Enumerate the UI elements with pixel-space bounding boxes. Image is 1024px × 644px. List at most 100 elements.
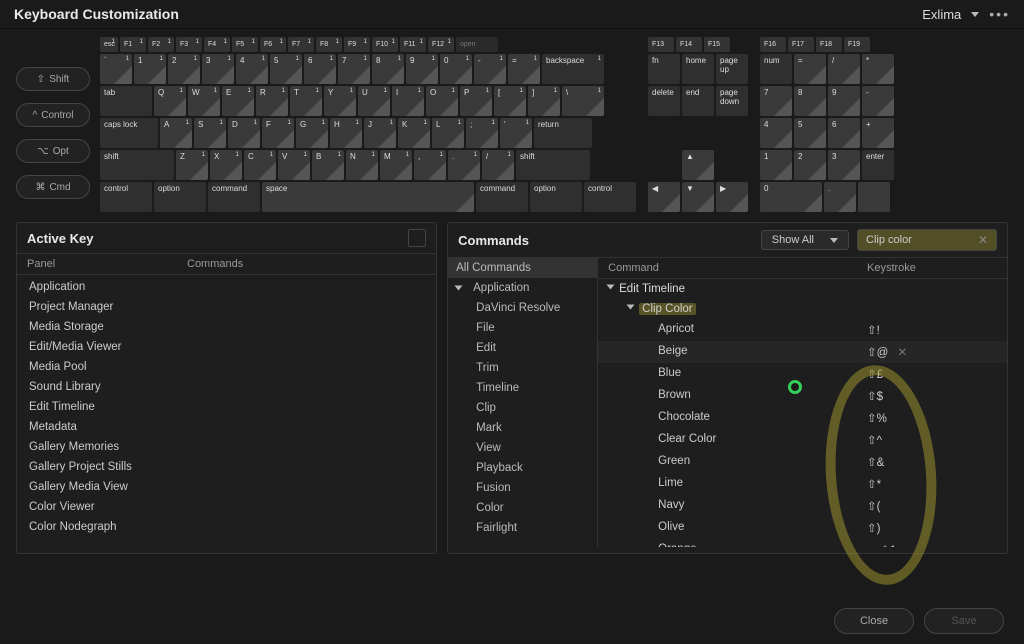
key-c[interactable]: C1 (244, 150, 276, 180)
shift-modifier-button[interactable]: ⇧Shift (16, 67, 90, 91)
key--[interactable]: - (862, 86, 894, 116)
key-4[interactable]: 41 (236, 54, 268, 84)
key-f2[interactable]: F21 (148, 37, 174, 52)
tree-item[interactable]: DaVinci Resolve (448, 298, 597, 318)
key-0[interactable]: 01 (440, 54, 472, 84)
key-6[interactable]: 61 (304, 54, 336, 84)
preset-name[interactable]: Exlima (922, 7, 961, 22)
key-f9[interactable]: F91 (344, 37, 370, 52)
panel-row[interactable]: Media Pool (17, 357, 436, 377)
key-q[interactable]: Q1 (154, 86, 186, 116)
key-d[interactable]: D1 (228, 118, 260, 148)
key-e[interactable]: E1 (222, 86, 254, 116)
key--[interactable]: = (794, 54, 826, 84)
key-l[interactable]: L1 (432, 118, 464, 148)
active-key-selector[interactable] (408, 229, 426, 247)
tree-item[interactable]: Clip (448, 398, 597, 418)
key-end[interactable]: end (682, 86, 714, 116)
key-s[interactable]: S1 (194, 118, 226, 148)
tree-item[interactable]: Trim (448, 358, 597, 378)
key--[interactable]: + (862, 118, 894, 148)
key--[interactable]: ▼ (682, 182, 714, 212)
result-row[interactable]: Blue⇧£ (598, 363, 1007, 385)
key-y[interactable]: Y1 (324, 86, 356, 116)
key-f19[interactable]: F19 (844, 37, 870, 52)
key-f5[interactable]: F51 (232, 37, 258, 52)
key-control[interactable]: control (584, 182, 636, 212)
key--[interactable]: [1 (494, 86, 526, 116)
key-5[interactable]: 5 (794, 118, 826, 148)
key-a[interactable]: A1 (160, 118, 192, 148)
key-f4[interactable]: F41 (204, 37, 230, 52)
result-subgroup[interactable]: Clip Color (598, 299, 1007, 319)
result-group[interactable]: Edit Timeline (598, 279, 1007, 299)
panel-row[interactable]: Gallery Media View (17, 477, 436, 497)
result-row[interactable]: Brown⇧$ (598, 385, 1007, 407)
key--[interactable]: . (824, 182, 856, 212)
key-5[interactable]: 51 (270, 54, 302, 84)
chevron-down-icon[interactable] (971, 12, 979, 17)
key--[interactable]: '1 (500, 118, 532, 148)
key--[interactable]: ▲ (682, 150, 714, 180)
more-icon[interactable]: ••• (989, 6, 1010, 22)
key-open[interactable]: open (456, 37, 498, 52)
key-enter[interactable]: enter (862, 150, 894, 180)
key-home[interactable]: home (682, 54, 714, 84)
key-8[interactable]: 8 (794, 86, 826, 116)
key-g[interactable]: G1 (296, 118, 328, 148)
clear-search-icon[interactable]: ✕ (978, 233, 988, 247)
commands-filter-dropdown[interactable]: Show All (761, 230, 849, 250)
key-j[interactable]: J1 (364, 118, 396, 148)
close-button[interactable]: Close (834, 608, 914, 634)
key-shift[interactable]: shift (516, 150, 590, 180)
panel-row[interactable]: Sound Library (17, 377, 436, 397)
panel-row[interactable]: Edit/Media Viewer (17, 337, 436, 357)
key--[interactable]: ]1 (528, 86, 560, 116)
key-f3[interactable]: F31 (176, 37, 202, 52)
key--[interactable]: / (828, 54, 860, 84)
key--[interactable]: ;1 (466, 118, 498, 148)
result-row[interactable]: Beige⇧@ ✕ (598, 341, 1007, 363)
tree-all-commands[interactable]: All Commands (448, 258, 597, 278)
key-num[interactable]: num (760, 54, 792, 84)
key-control[interactable]: control (100, 182, 152, 212)
key-u[interactable]: U1 (358, 86, 390, 116)
result-row[interactable]: Apricot⇧! (598, 319, 1007, 341)
key--[interactable]: ,1 (414, 150, 446, 180)
key-p[interactable]: P1 (460, 86, 492, 116)
key-f8[interactable]: F81 (316, 37, 342, 52)
result-row[interactable]: Olive⇧) (598, 517, 1007, 539)
commands-search-input[interactable]: Clip color✕ (857, 229, 997, 251)
result-row[interactable]: Clear Color⇧^ (598, 429, 1007, 451)
key-f1[interactable]: F11 (120, 37, 146, 52)
panel-row[interactable]: Gallery Memories (17, 437, 436, 457)
key-caps-lock[interactable]: caps lock (100, 118, 158, 148)
key-fn[interactable]: fn (648, 54, 680, 84)
key-option[interactable]: option (154, 182, 206, 212)
key-8[interactable]: 81 (372, 54, 404, 84)
tree-item[interactable]: Playback (448, 458, 597, 478)
tree-application[interactable]: Application (448, 278, 597, 298)
key-page-down[interactable]: page down (716, 86, 748, 116)
save-button[interactable]: Save (924, 608, 1004, 634)
key-o[interactable]: O1 (426, 86, 458, 116)
key--[interactable]: ◀ (648, 182, 680, 212)
key--[interactable]: =1 (508, 54, 540, 84)
command-modifier-button[interactable]: ⌘Cmd (16, 175, 90, 199)
panel-row[interactable]: Metadata (17, 417, 436, 437)
key-f[interactable]: F1 (262, 118, 294, 148)
key-f16[interactable]: F16 (760, 37, 786, 52)
key--[interactable]: .1 (448, 150, 480, 180)
key-z[interactable]: Z1 (176, 150, 208, 180)
key-x[interactable]: X1 (210, 150, 242, 180)
key-f6[interactable]: F61 (260, 37, 286, 52)
key-1[interactable]: 1 (760, 150, 792, 180)
tree-item[interactable]: Mark (448, 418, 597, 438)
key-delete[interactable]: delete (648, 86, 680, 116)
key-command[interactable]: command (208, 182, 260, 212)
tree-item[interactable]: Fusion (448, 478, 597, 498)
key-7[interactable]: 7 (760, 86, 792, 116)
result-row[interactable]: Lime⇧* (598, 473, 1007, 495)
key-return[interactable]: return (534, 118, 592, 148)
key-4[interactable]: 4 (760, 118, 792, 148)
